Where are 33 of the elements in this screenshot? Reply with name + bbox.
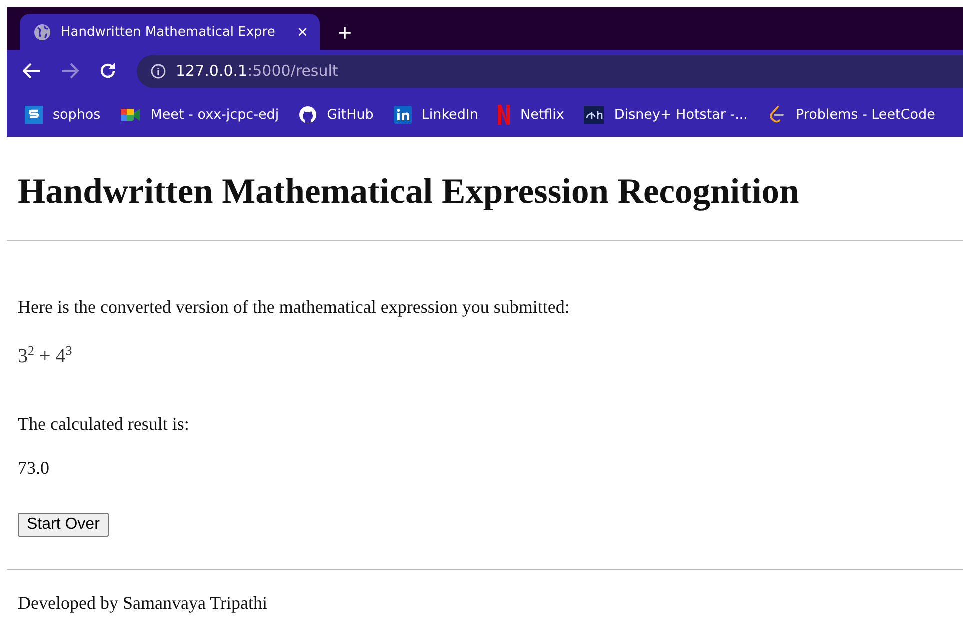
back-arrow-icon[interactable]: [23, 63, 41, 79]
close-tab-button[interactable]: ×: [295, 23, 310, 41]
tab-title: Handwritten Mathematical Expre: [61, 24, 276, 40]
new-tab-button[interactable]: +: [334, 22, 356, 46]
browser-tab[interactable]: Handwritten Mathematical Expre ×: [20, 14, 320, 50]
bookmark[interactable]: GitHub: [299, 106, 374, 124]
bookmark[interactable]: Problems - LeetCode: [768, 104, 936, 124]
result-label: The calculated result is:: [18, 412, 190, 435]
info-icon: [151, 64, 166, 78]
globe-icon: [34, 24, 51, 40]
intro-text: Here is the converted version of the mathematical expression you submitted:: [18, 296, 571, 318]
bookmark[interactable]: Disney+ Hotstar -...: [584, 106, 748, 124]
url-path: :5000/result: [248, 62, 338, 80]
bookmark[interactable]: LinkedIn: [394, 106, 478, 124]
bookmark[interactable]: Netflix: [498, 104, 564, 124]
start-over-button[interactable]: Start Over: [18, 512, 109, 537]
sophos-icon: [25, 106, 43, 124]
leetcode-icon: [768, 104, 786, 124]
forward-arrow-icon[interactable]: [61, 63, 79, 79]
bookmark[interactable]: sophos: [25, 106, 101, 124]
result-value: 73.0: [18, 456, 50, 479]
math-expression: 3$^{2}$ + 4$^{3}$: [18, 342, 74, 368]
url-host: 127.0.0.1: [176, 62, 248, 80]
linkedin-icon: [394, 106, 412, 124]
hotstar-icon: [584, 106, 604, 124]
reload-icon[interactable]: [99, 62, 117, 80]
video-camera-icon: [120, 106, 141, 122]
address-bar[interactable]: 127.0.0.1:5000/result: [137, 54, 963, 88]
bookmark[interactable]: Meet - oxx-jcpc-edj: [120, 106, 280, 122]
footer-text: Developed by Samanvaya Tripathi: [18, 592, 268, 614]
netflix-icon: [498, 104, 510, 124]
page-heading: Handwritten Mathematical Expression Recognition: [18, 171, 800, 211]
octocat-icon: [299, 106, 318, 124]
